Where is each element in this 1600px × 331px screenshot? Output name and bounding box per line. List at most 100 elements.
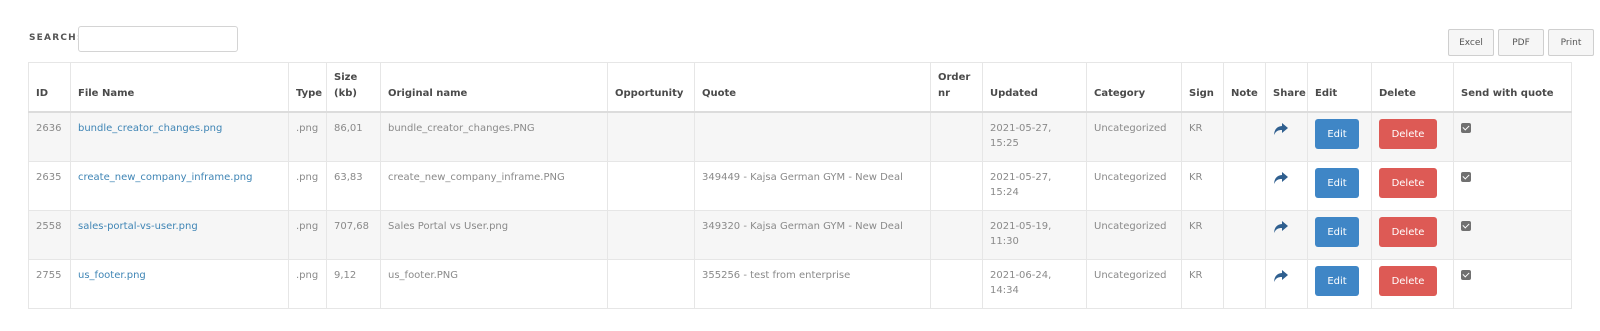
- cell-share: [1265, 161, 1308, 211]
- cell-id: 2558: [28, 210, 71, 260]
- cell-send-with-quote: [1453, 210, 1572, 260]
- delete-button[interactable]: Delete: [1379, 266, 1437, 296]
- cell-note: [1223, 111, 1266, 162]
- cell-share: [1265, 111, 1308, 162]
- cell-share: [1265, 210, 1308, 260]
- search-label: SEARCH:: [29, 33, 82, 43]
- cell-original-name: us_footer.PNG: [380, 259, 608, 309]
- table-row: 2636 bundle_creator_changes.png .png 86,…: [28, 111, 1572, 162]
- cell-type: .png: [288, 111, 327, 162]
- col-header-id[interactable]: ID: [28, 62, 71, 113]
- col-header-file-name[interactable]: File Name: [70, 62, 289, 113]
- files-table: ID File Name Type Size (kb) Original nam…: [28, 62, 1572, 309]
- cell-category: Uncategorized: [1086, 210, 1182, 260]
- share-arrow-icon[interactable]: [1273, 122, 1300, 136]
- cell-size: 63,83: [326, 161, 381, 211]
- cell-size: 9,12: [326, 259, 381, 309]
- edit-button[interactable]: Edit: [1315, 266, 1359, 296]
- cell-sign: KR: [1181, 259, 1224, 309]
- cell-delete: Delete: [1371, 259, 1454, 309]
- col-header-send-with-quote[interactable]: Send with quote: [1453, 62, 1572, 113]
- col-header-edit: Edit: [1307, 62, 1372, 113]
- cell-file-name: us_footer.png: [70, 259, 289, 309]
- delete-button[interactable]: Delete: [1379, 217, 1437, 247]
- cell-file-name: bundle_creator_changes.png: [70, 111, 289, 162]
- cell-size: 86,01: [326, 111, 381, 162]
- cell-send-with-quote: [1453, 111, 1572, 162]
- file-link[interactable]: bundle_creator_changes.png: [78, 123, 222, 134]
- cell-original-name: bundle_creator_changes.PNG: [380, 111, 608, 162]
- col-header-order-nr[interactable]: Order nr: [930, 62, 983, 113]
- table-toolbar: SEARCH: Excel PDF Print: [28, 24, 1600, 56]
- file-link[interactable]: create_new_company_inframe.png: [78, 172, 252, 183]
- col-header-opportunity[interactable]: Opportunity: [607, 62, 695, 113]
- table-row: 2558 sales-portal-vs-user.png .png 707,6…: [28, 210, 1572, 260]
- excel-export-button[interactable]: Excel: [1448, 29, 1494, 56]
- table-row: 2635 create_new_company_inframe.png .png…: [28, 161, 1572, 211]
- cell-original-name: Sales Portal vs User.png: [380, 210, 608, 260]
- cell-type: .png: [288, 210, 327, 260]
- cell-sign: KR: [1181, 111, 1224, 162]
- checkbox-checked-icon[interactable]: [1461, 123, 1471, 133]
- checkbox-checked-icon[interactable]: [1461, 221, 1471, 231]
- cell-quote: 355256 - test from enterprise: [694, 259, 931, 309]
- checkbox-checked-icon[interactable]: [1461, 172, 1471, 182]
- cell-note: [1223, 259, 1266, 309]
- pdf-export-button[interactable]: PDF: [1498, 29, 1544, 56]
- edit-button[interactable]: Edit: [1315, 168, 1359, 198]
- cell-id: 2636: [28, 111, 71, 162]
- share-arrow-icon[interactable]: [1273, 269, 1300, 283]
- col-header-category[interactable]: Category: [1086, 62, 1182, 113]
- cell-opportunity: [607, 161, 695, 211]
- edit-button[interactable]: Edit: [1315, 119, 1359, 149]
- cell-updated: 2021-05-27, 15:24: [982, 161, 1087, 211]
- delete-button[interactable]: Delete: [1379, 119, 1437, 149]
- table-row: 2755 us_footer.png .png 9,12 us_footer.P…: [28, 259, 1572, 309]
- cell-order-nr: [930, 259, 983, 309]
- search-input[interactable]: [78, 26, 238, 52]
- cell-edit: Edit: [1307, 210, 1372, 260]
- cell-order-nr: [930, 210, 983, 260]
- col-header-original-name[interactable]: Original name: [380, 62, 608, 113]
- col-header-note[interactable]: Note: [1223, 62, 1266, 113]
- cell-file-name: create_new_company_inframe.png: [70, 161, 289, 211]
- cell-send-with-quote: [1453, 161, 1572, 211]
- cell-delete: Delete: [1371, 111, 1454, 162]
- cell-sign: KR: [1181, 210, 1224, 260]
- cell-file-name: sales-portal-vs-user.png: [70, 210, 289, 260]
- cell-updated: 2021-05-19, 11:30: [982, 210, 1087, 260]
- checkbox-checked-icon[interactable]: [1461, 270, 1471, 280]
- print-button[interactable]: Print: [1548, 29, 1594, 56]
- share-arrow-icon[interactable]: [1273, 220, 1300, 234]
- col-header-size[interactable]: Size (kb): [326, 62, 381, 113]
- cell-sign: KR: [1181, 161, 1224, 211]
- cell-opportunity: [607, 259, 695, 309]
- export-button-group: Excel PDF Print: [1448, 29, 1594, 56]
- cell-category: Uncategorized: [1086, 111, 1182, 162]
- cell-edit: Edit: [1307, 111, 1372, 162]
- share-arrow-icon[interactable]: [1273, 171, 1300, 185]
- col-header-quote[interactable]: Quote: [694, 62, 931, 113]
- cell-original-name: create_new_company_inframe.PNG: [380, 161, 608, 211]
- col-header-updated[interactable]: Updated: [982, 62, 1087, 113]
- cell-quote: 349449 - Kajsa German GYM - New Deal: [694, 161, 931, 211]
- cell-send-with-quote: [1453, 259, 1572, 309]
- cell-size: 707,68: [326, 210, 381, 260]
- cell-updated: 2021-05-27, 15:25: [982, 111, 1087, 162]
- cell-type: .png: [288, 161, 327, 211]
- col-header-type[interactable]: Type: [288, 62, 327, 113]
- cell-quote: [694, 111, 931, 162]
- file-link[interactable]: sales-portal-vs-user.png: [78, 221, 198, 232]
- edit-button[interactable]: Edit: [1315, 217, 1359, 247]
- col-header-delete: Delete: [1371, 62, 1454, 113]
- cell-share: [1265, 259, 1308, 309]
- table-header-row: ID File Name Type Size (kb) Original nam…: [28, 62, 1572, 113]
- col-header-sign[interactable]: Sign: [1181, 62, 1224, 113]
- file-link[interactable]: us_footer.png: [78, 270, 146, 281]
- cell-category: Uncategorized: [1086, 259, 1182, 309]
- cell-edit: Edit: [1307, 161, 1372, 211]
- cell-note: [1223, 161, 1266, 211]
- delete-button[interactable]: Delete: [1379, 168, 1437, 198]
- cell-opportunity: [607, 111, 695, 162]
- cell-delete: Delete: [1371, 161, 1454, 211]
